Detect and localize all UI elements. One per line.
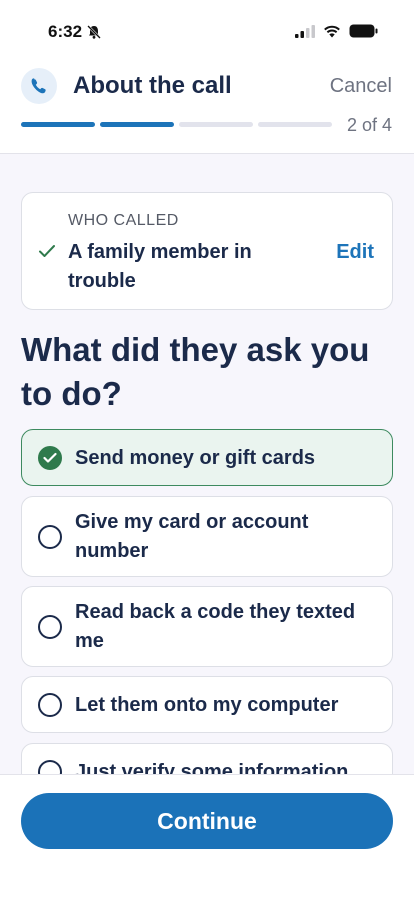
- option-label: Let them onto my computer: [75, 694, 339, 716]
- phone-badge: [21, 68, 57, 104]
- continue-button[interactable]: Continue: [21, 793, 393, 849]
- summary-value: A family member in trouble: [68, 241, 252, 292]
- progress-segment: [100, 122, 174, 127]
- progress-segment: [179, 122, 253, 127]
- header: About the call Cancel 2 of 4: [0, 62, 414, 154]
- radio-checked-icon[interactable]: [38, 446, 62, 470]
- radio-icon[interactable]: [38, 693, 62, 717]
- option-give-card[interactable]: Give my card or account number: [21, 496, 393, 577]
- radio-icon[interactable]: [38, 525, 62, 549]
- options-list[interactable]: Send money or gift cards Give my card or…: [0, 420, 414, 774]
- cancel-button[interactable]: Cancel: [330, 75, 392, 98]
- wifi-icon: [324, 25, 340, 37]
- question-heading: What did they ask you to do?: [21, 331, 370, 412]
- cellular-signal-icon: [295, 24, 315, 38]
- radio-icon[interactable]: [38, 615, 62, 639]
- status-bar: 6:32: [0, 0, 414, 62]
- page-title: About the call: [73, 72, 232, 99]
- summary-label: WHO CALLED: [68, 212, 179, 229]
- progress-segment: [21, 122, 95, 127]
- progress-segment: [258, 122, 332, 127]
- footer: Continue: [0, 774, 414, 900]
- checkmark-icon: [39, 245, 55, 257]
- step-progress-bar: [21, 122, 332, 127]
- option-read-code[interactable]: Read back a code they texted me: [21, 586, 393, 667]
- option-label: Give my card or account number: [75, 511, 309, 562]
- option-verify-info[interactable]: Just verify some information: [21, 743, 393, 774]
- step-counter: 2 of 4: [346, 115, 392, 135]
- edit-button[interactable]: Edit: [336, 241, 374, 264]
- battery-icon: [349, 24, 378, 38]
- option-label: Read back a code they texted me: [75, 601, 356, 652]
- status-time: 6:32: [48, 22, 83, 41]
- status-time-group: 6:32: [48, 22, 102, 42]
- radio-icon[interactable]: [38, 760, 62, 774]
- previous-answer-card: WHO CALLED A family member in trouble Ed…: [21, 192, 393, 310]
- option-label: Just verify some information: [75, 761, 349, 774]
- option-computer-access[interactable]: Let them onto my computer: [21, 676, 393, 733]
- silent-bell-icon: [87, 25, 101, 39]
- option-label: Send money or gift cards: [75, 447, 316, 469]
- status-indicators: [295, 24, 378, 38]
- option-send-money[interactable]: Send money or gift cards: [21, 429, 393, 486]
- checkmark-icon: [43, 452, 57, 463]
- phone-icon: [31, 78, 46, 94]
